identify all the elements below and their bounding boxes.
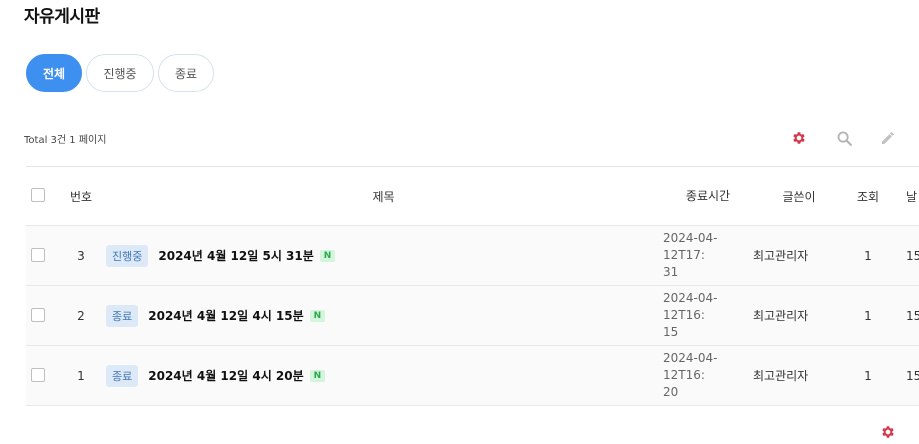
row-views: 1: [864, 248, 872, 263]
post-title-link[interactable]: 2024년 4월 12일 4시 15분: [148, 307, 303, 324]
row-author[interactable]: 최고관리자: [753, 346, 845, 405]
header-end-time: 종료시간: [685, 188, 731, 203]
row-subject: 종료 2024년 4월 12일 4시 20분 N: [106, 346, 661, 405]
post-title-link[interactable]: 2024년 4월 12일 5시 31분: [158, 247, 313, 264]
total-count: Total 3건 1 페이지: [24, 135, 107, 146]
row-checkbox[interactable]: [31, 367, 45, 382]
page-title: 자유게시판: [24, 7, 100, 27]
table-row: 3 진행중 2024년 4월 12일 5시 31분 N 2024-04-12T1…: [26, 226, 919, 286]
new-badge: N: [319, 249, 336, 262]
row-date: 15: [906, 308, 919, 323]
table-row: 2 종료 2024년 4월 12일 4시 15분 N 2024-04-12T16…: [26, 286, 919, 346]
end-time-text: 2024-04-12T17: 31: [663, 231, 718, 279]
pencil-icon: [882, 132, 894, 144]
row-end-time: 2024-04-12T16: 20: [663, 346, 753, 405]
row-checkbox[interactable]: [31, 307, 45, 322]
row-date: 15: [906, 248, 919, 263]
settings-button[interactable]: [790, 129, 808, 147]
row-subject: 종료 2024년 4월 12일 4시 15분 N: [106, 286, 661, 345]
board-table: 번호 제목 종료시간 글쓴이 조회 날 3 진행중 2024년 4월 12일 5…: [26, 166, 919, 406]
header-author: 글쓴이: [782, 189, 816, 204]
row-num: 2: [77, 308, 85, 323]
gear-icon: [882, 426, 894, 438]
table-row: 1 종료 2024년 4월 12일 4시 20분 N 2024-04-12T16…: [26, 346, 919, 406]
post-title-link[interactable]: 2024년 4월 12일 4시 20분: [148, 367, 303, 384]
gear-icon: [793, 132, 805, 144]
row-checkbox[interactable]: [31, 247, 45, 262]
tab-bar: 전체 진행중 종료: [26, 54, 214, 92]
row-end-time: 2024-04-12T16: 15: [663, 286, 753, 345]
row-subject: 진행중 2024년 4월 12일 5시 31분 N: [106, 226, 661, 285]
header-views: 조회: [856, 189, 880, 204]
row-date: 15: [906, 368, 919, 383]
new-badge: N: [309, 369, 326, 382]
tab-ended[interactable]: 종료: [158, 54, 214, 92]
end-time-text: 2024-04-12T16: 15: [663, 291, 718, 339]
status-badge: 종료: [106, 304, 139, 327]
search-icon: [837, 131, 852, 146]
row-num: 3: [77, 248, 85, 263]
header-date: 날: [906, 189, 918, 204]
status-badge: 종료: [106, 364, 139, 387]
search-button[interactable]: [835, 129, 853, 147]
write-button[interactable]: [879, 129, 897, 147]
row-author[interactable]: 최고관리자: [753, 226, 845, 285]
row-author[interactable]: 최고관리자: [753, 286, 845, 345]
new-badge: N: [309, 309, 326, 322]
tab-in-progress[interactable]: 진행중: [86, 54, 154, 92]
end-time-text: 2024-04-12T16: 20: [663, 351, 718, 399]
row-num: 1: [77, 368, 85, 383]
status-badge: 진행중: [106, 244, 149, 267]
row-views: 1: [864, 368, 872, 383]
row-end-time: 2024-04-12T17: 31: [663, 226, 753, 285]
row-views: 1: [864, 308, 872, 323]
table-header: 번호 제목 종료시간 글쓴이 조회 날: [26, 167, 919, 226]
bottom-settings-button[interactable]: [880, 424, 896, 444]
select-all-checkbox[interactable]: [31, 188, 45, 202]
header-num: 번호: [69, 189, 93, 204]
tab-all[interactable]: 전체: [26, 54, 82, 92]
header-subject: 제목: [372, 189, 395, 204]
